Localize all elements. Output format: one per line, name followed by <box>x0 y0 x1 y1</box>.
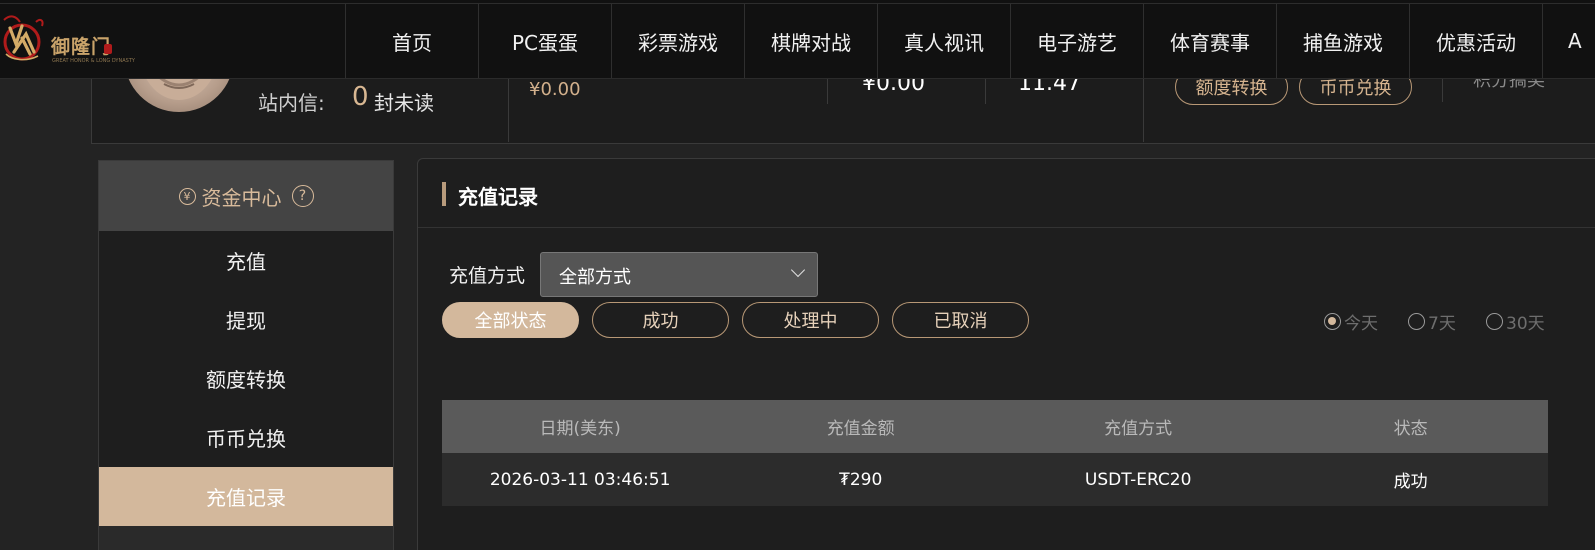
top-navigation: 御隆门 GREAT HONOR & LONG DYNASTY 首页 PC蛋蛋 彩… <box>0 0 1595 79</box>
divider <box>985 78 986 104</box>
messages-unread-label: 封未读 <box>374 91 434 115</box>
sidebar-item-deposit-records[interactable]: 充值记录 <box>99 467 393 526</box>
page-title: 充值记录 <box>458 185 538 209</box>
page: 御隆门 GREAT HONOR & LONG DYNASTY 首页 PC蛋蛋 彩… <box>0 0 1595 550</box>
brand-logo[interactable]: 御隆门 GREAT HONOR & LONG DYNASTY <box>0 8 135 70</box>
cell-amount: ₮290 <box>718 453 1004 506</box>
method-select[interactable]: 全部方式 <box>540 252 818 297</box>
messages-label: 站内信: <box>258 91 325 115</box>
seal-icon <box>104 44 112 54</box>
divider <box>1143 78 1144 142</box>
radio-checked-icon <box>1324 313 1341 330</box>
chevron-down-icon <box>790 262 806 278</box>
range-label-30d: 30天 <box>1506 314 1545 334</box>
brand-name: 御隆门 <box>51 36 112 58</box>
column-header-status: 状态 <box>1273 400 1548 453</box>
content-panel: 充值记录 充值方式 全部方式 全部状态 成功 处理中 已取消 今天 7天 30天… <box>417 158 1595 550</box>
nav-item-fishing[interactable]: 捕鱼游戏 <box>1276 4 1409 78</box>
method-filter-label: 充值方式 <box>449 265 526 287</box>
cell-method: USDT-ERC20 <box>1003 453 1274 506</box>
radio-icon <box>1486 313 1503 330</box>
sidebar-item-coin-exchange[interactable]: 币币兑换 <box>99 408 393 467</box>
range-radio-7d[interactable]: 7天 <box>1408 309 1456 334</box>
table-header-row: 日期(美东) 充值金额 充值方式 状态 <box>442 400 1548 453</box>
dragon-logo-icon <box>3 15 44 61</box>
status-filter-processing[interactable]: 处理中 <box>742 302 879 338</box>
sidebar-item-next[interactable] <box>99 526 393 550</box>
nav-item-promotions[interactable]: 优惠活动 <box>1409 4 1542 78</box>
divider <box>827 78 828 104</box>
records-table: 日期(美东) 充值金额 充值方式 状态 2026-03-11 03:46:51 … <box>442 400 1548 506</box>
column-header-date: 日期(美东) <box>442 400 719 453</box>
radio-icon <box>1408 313 1425 330</box>
nav-item-sports[interactable]: 体育赛事 <box>1143 4 1276 78</box>
sidebar-header-label: 资金中心 <box>201 185 282 210</box>
main-nav: 首页 PC蛋蛋 彩票游戏 棋牌对战 真人视讯 电子游艺 体育赛事 捕鱼游戏 优惠… <box>345 4 1595 78</box>
range-radio-30d[interactable]: 30天 <box>1486 309 1545 334</box>
status-filter-cancelled[interactable]: 已取消 <box>892 302 1029 338</box>
brand-subtitle: GREAT HONOR & LONG DYNASTY <box>52 58 135 64</box>
divider <box>508 78 509 142</box>
sidebar-item-withdraw[interactable]: 提现 <box>99 290 393 349</box>
nav-item-pc-egg[interactable]: PC蛋蛋 <box>478 4 611 78</box>
nav-item-card-games[interactable]: 棋牌对战 <box>744 4 877 78</box>
nav-item-more[interactable]: A <box>1542 4 1595 78</box>
nav-item-slots[interactable]: 电子游艺 <box>1010 4 1143 78</box>
title-divider <box>418 227 1595 228</box>
cell-status: 成功 <box>1273 453 1548 506</box>
column-header-amount: 充值金额 <box>718 400 1004 453</box>
column-header-method: 充值方式 <box>1003 400 1274 453</box>
table-row: 2026-03-11 03:46:51 ₮290 USDT-ERC20 成功 <box>442 453 1548 506</box>
wallet-balance: ¥0.00 <box>529 79 581 100</box>
sidebar-item-deposit[interactable]: 充值 <box>99 231 393 290</box>
help-icon[interactable]: ? <box>291 185 314 207</box>
range-label-7d: 7天 <box>1428 314 1456 334</box>
sidebar-header: ¥ 资金中心 ? <box>99 161 393 231</box>
status-filter-all[interactable]: 全部状态 <box>442 302 579 338</box>
status-filter-success[interactable]: 成功 <box>592 302 729 338</box>
divider <box>1442 78 1443 102</box>
range-radio-today[interactable]: 今天 <box>1324 309 1378 334</box>
sidebar-item-transfer[interactable]: 额度转换 <box>99 349 393 408</box>
cell-date: 2026-03-11 03:46:51 <box>442 453 719 506</box>
range-label-today: 今天 <box>1344 314 1378 334</box>
nav-item-lottery[interactable]: 彩票游戏 <box>611 4 744 78</box>
yen-icon: ¥ <box>178 187 196 205</box>
sidebar: ¥ 资金中心 ? 充值 提现 额度转换 币币兑换 充值记录 <box>98 160 394 550</box>
messages-count[interactable]: 0 <box>352 82 369 112</box>
nav-item-home[interactable]: 首页 <box>345 4 478 78</box>
title-accent-bar <box>442 182 446 206</box>
method-select-value: 全部方式 <box>559 267 631 288</box>
nav-item-live-casino[interactable]: 真人视讯 <box>877 4 1010 78</box>
